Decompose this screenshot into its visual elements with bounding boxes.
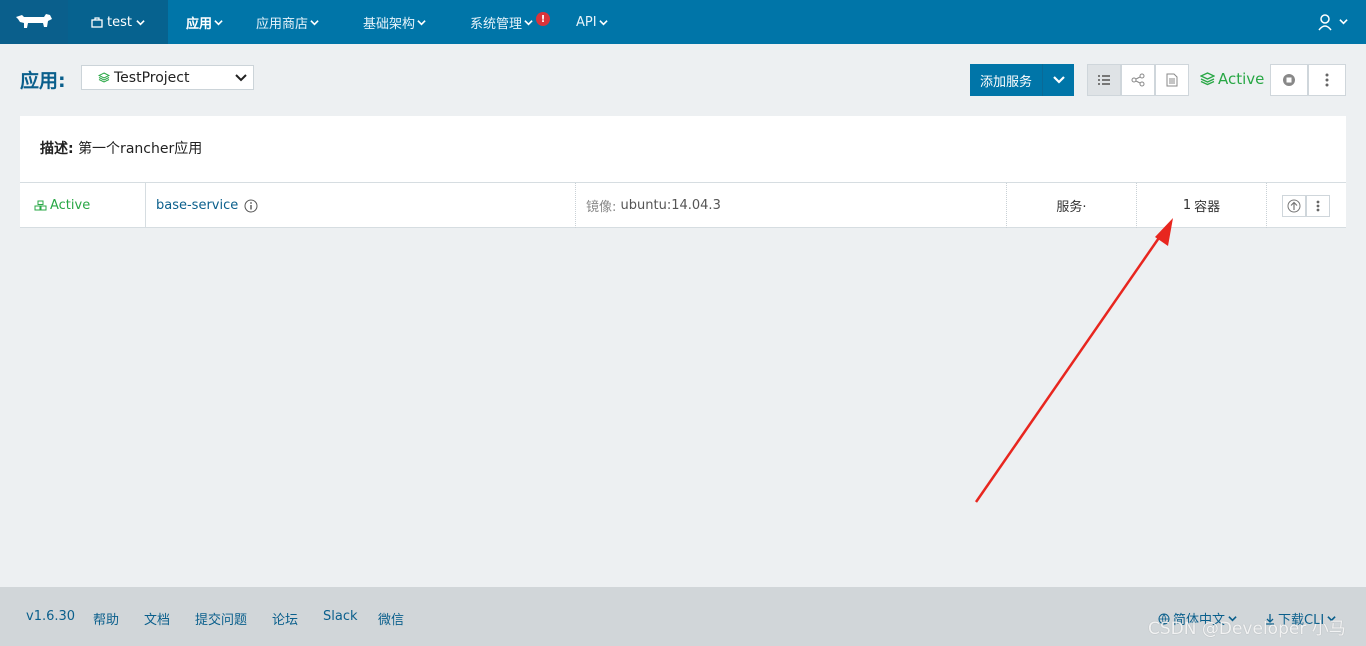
- docs-link[interactable]: 文档: [144, 609, 170, 628]
- kebab-menu-icon: [1325, 73, 1329, 87]
- top-nav-bar: test 应用 应用商店 基础架构 系统管理 ! API: [0, 0, 1366, 44]
- description-label: 描述:: [40, 141, 74, 157]
- environment-name: test: [107, 14, 132, 30]
- kebab-menu-icon: [1316, 200, 1320, 211]
- environment-icon: [91, 16, 103, 28]
- stack-description: 描述: 第一个rancher应用: [40, 138, 202, 158]
- version-link[interactable]: v1.6.30: [26, 609, 75, 624]
- add-service-button[interactable]: 添加服务: [970, 64, 1074, 96]
- service-image: 镜像: ubuntu:14.04.3: [576, 183, 1007, 228]
- alert-badge: !: [536, 12, 551, 26]
- slack-link[interactable]: Slack: [323, 609, 358, 624]
- nav-api[interactable]: API: [576, 0, 608, 44]
- file-icon: [1166, 73, 1178, 87]
- compose-file-button[interactable]: [1155, 64, 1189, 96]
- service-icon: [34, 200, 47, 211]
- table-row: Active base-service 镜像: ubuntu:14.04.3 服…: [20, 182, 1346, 228]
- chevron-down-icon: [417, 19, 426, 25]
- rancher-cow-icon: [16, 14, 52, 28]
- graph-view-button[interactable]: [1121, 64, 1155, 96]
- row-actions: [1267, 183, 1346, 228]
- list-icon: [1098, 75, 1110, 85]
- stop-icon: [1283, 74, 1295, 86]
- service-name: base-service: [146, 183, 576, 228]
- nav-catalog[interactable]: 应用商店: [256, 0, 319, 44]
- upgrade-icon: [1287, 199, 1301, 212]
- chevron-down-icon: [310, 19, 319, 25]
- chevron-down-icon: [235, 74, 247, 82]
- user-icon[interactable]: [1317, 13, 1333, 31]
- list-view-button[interactable]: [1087, 64, 1121, 96]
- more-actions-button[interactable]: [1308, 64, 1346, 96]
- upgrade-button[interactable]: [1282, 194, 1306, 217]
- help-link[interactable]: 帮助: [93, 609, 119, 628]
- nav-apps[interactable]: 应用: [186, 0, 223, 44]
- project-select[interactable]: TestProject: [81, 65, 254, 90]
- service-state: Active: [20, 183, 146, 228]
- forum-link[interactable]: 论坛: [272, 609, 298, 628]
- row-more-button[interactable]: [1306, 194, 1330, 217]
- chevron-down-icon: [136, 19, 145, 25]
- stop-button[interactable]: [1270, 64, 1308, 96]
- chevron-down-icon: [598, 19, 608, 25]
- rancher-logo[interactable]: [0, 0, 68, 44]
- chevron-down-icon[interactable]: [1339, 17, 1348, 26]
- share-graph-icon: [1131, 73, 1145, 87]
- nav-admin[interactable]: 系统管理 !: [470, 0, 551, 44]
- description-text: 第一个rancher应用: [78, 141, 203, 157]
- nav-infrastructure[interactable]: 基础架构: [363, 0, 426, 44]
- wechat-link[interactable]: 微信: [378, 609, 404, 628]
- service-name-link[interactable]: base-service: [156, 198, 238, 213]
- environment-switcher[interactable]: test: [68, 0, 168, 44]
- container-count[interactable]: 1 容器: [1137, 183, 1267, 228]
- project-name: TestProject: [114, 69, 190, 86]
- page-title: 应用:: [20, 70, 66, 92]
- service-type: 服务·: [1007, 183, 1137, 228]
- chevron-down-icon: [524, 19, 533, 25]
- chevron-down-icon: [1052, 76, 1065, 84]
- add-service-dropdown[interactable]: [1042, 64, 1074, 96]
- stack-icon: [98, 72, 110, 83]
- chevron-down-icon: [214, 19, 223, 25]
- report-issue-link[interactable]: 提交问题: [195, 609, 247, 628]
- stack-panel: 描述: 第一个rancher应用 Active base-service 镜像:…: [20, 116, 1346, 228]
- stack-icon: [1200, 72, 1215, 86]
- stack-state: Active: [1200, 70, 1264, 88]
- annotation-arrow: [974, 218, 1173, 503]
- watermark: CSDN @Developer 小马: [1148, 619, 1346, 639]
- info-icon[interactable]: [244, 199, 258, 213]
